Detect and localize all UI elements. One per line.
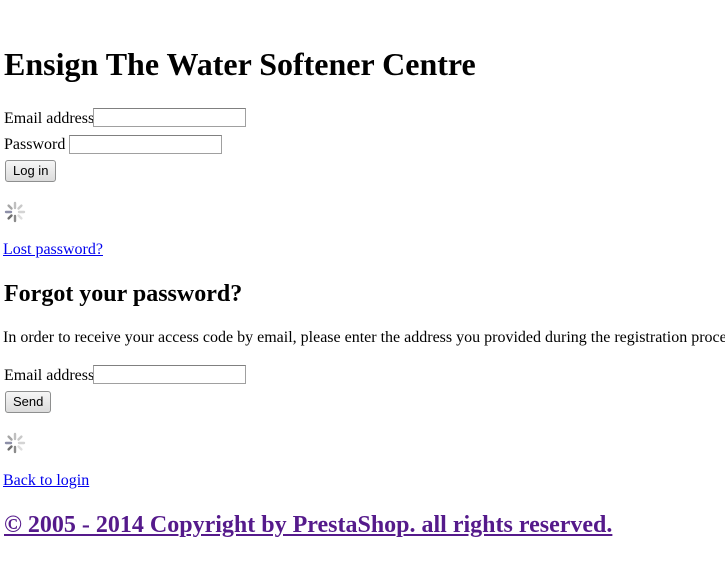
forgot-email-label: Email address [4, 367, 95, 384]
login-button[interactable]: Log in [5, 160, 57, 182]
forgot-password-heading: Forgot your password? [4, 281, 243, 307]
spinner-icon [4, 432, 26, 454]
forgot-email-input[interactable] [93, 365, 246, 384]
login-password-input[interactable] [69, 135, 222, 154]
back-to-login-link[interactable]: Back to login [3, 471, 89, 491]
forgot-instructions: In order to receive your access code by … [3, 329, 725, 346]
login-password-label: Password [4, 136, 66, 153]
spinner-icon [4, 201, 26, 223]
footer-copyright-link[interactable]: © 2005 - 2014 Copyright by PrestaShop. a… [4, 510, 612, 540]
login-email-input[interactable] [93, 108, 246, 127]
shop-title: Ensign The Water Softener Centre [4, 46, 476, 82]
lost-password-link[interactable]: Lost password? [3, 240, 103, 260]
send-button[interactable]: Send [5, 391, 52, 413]
login-email-label: Email address [4, 110, 95, 127]
